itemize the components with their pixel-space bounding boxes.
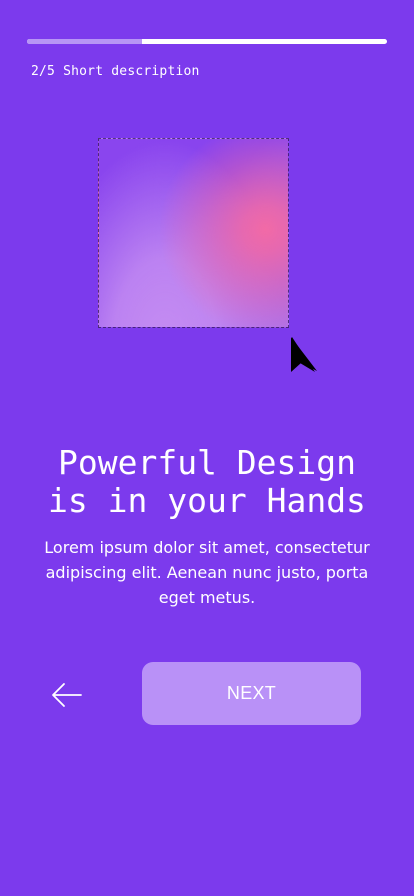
back-button[interactable] bbox=[48, 678, 86, 712]
arrow-left-icon bbox=[52, 683, 82, 707]
headline-line-2: is in your Hands bbox=[48, 481, 366, 520]
hero-gradient-image bbox=[98, 138, 289, 328]
description-text: Lorem ipsum dolor sit amet, consectetur … bbox=[44, 538, 370, 607]
headline: Powerful Design is in your Hands bbox=[0, 444, 414, 520]
progress-bar bbox=[27, 39, 387, 44]
progress-fill bbox=[27, 39, 143, 44]
mouse-pointer-icon bbox=[291, 337, 317, 372]
next-button[interactable]: NEXT bbox=[142, 662, 361, 725]
step-label: 2/5 Short description bbox=[31, 64, 200, 79]
headline-line-1: Powerful Design bbox=[57, 443, 356, 482]
